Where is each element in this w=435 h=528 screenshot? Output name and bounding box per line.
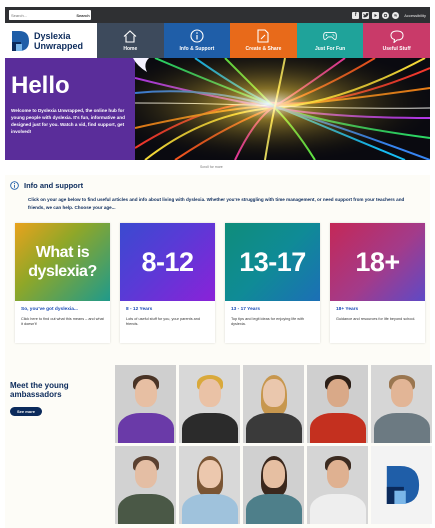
- card-heading: 8-12: [141, 247, 194, 277]
- card-body: 18+ Years Guidance and resources for lif…: [330, 301, 425, 322]
- card-13-17[interactable]: 13-17 13 - 17 Years Top tips and legit i…: [225, 223, 320, 343]
- spotify-icon[interactable]: [392, 11, 400, 19]
- nav-info-support[interactable]: Info & Support: [163, 23, 231, 58]
- page: Search f Accessibility: [0, 0, 435, 528]
- ambassador-photo[interactable]: [243, 446, 304, 524]
- ambassador-photo-grid: [115, 365, 432, 525]
- speech-bubble-icon: [390, 29, 404, 43]
- nav-just-for-fun[interactable]: Just For Fun: [296, 23, 364, 58]
- info-section-intro: Click on your age below to find useful a…: [28, 197, 405, 210]
- page-curl-decoration: [133, 58, 149, 72]
- card-heading: 13-17: [239, 247, 306, 277]
- nav-home[interactable]: Home: [97, 23, 164, 58]
- brand-line-2: Unwrapped: [34, 40, 84, 51]
- nav-home-label: Home: [123, 46, 138, 52]
- hero-description: Welcome to Dyslexia Unwrapped, the onlin…: [11, 108, 125, 134]
- hero-text-panel: Hello Welcome to Dyslexia Unwrapped, the…: [5, 58, 135, 160]
- top-utility-bar: Search f Accessibility: [5, 7, 430, 23]
- dyslexia-unwrapped-logo-icon: [386, 466, 419, 504]
- nav-useful-stuff[interactable]: Useful Stuff: [363, 23, 430, 58]
- nav-create-share[interactable]: Create & Share: [230, 23, 297, 58]
- card-text: Guidance and resources for life beyond s…: [336, 317, 416, 321]
- card-body: 8 - 12 Years Lots of useful stuff for yo…: [120, 301, 215, 328]
- document-edit-icon: [256, 29, 270, 43]
- card-text: Click here to find out what this means –…: [21, 317, 104, 327]
- card-body: 13 - 17 Years Top tips and legit ideas f…: [225, 301, 320, 328]
- gamepad-icon: [323, 29, 337, 43]
- nav-info-support-label: Info & Support: [179, 46, 215, 52]
- site-logo[interactable]: Dyslexia Unwrapped: [5, 23, 97, 58]
- card-heading-line-1: What is: [35, 244, 90, 261]
- info-section-heading: Info and support: [10, 181, 83, 190]
- card-title[interactable]: 13 - 17 Years: [231, 307, 314, 312]
- card-heading-line-2: dyslexia?: [28, 263, 97, 280]
- card-18-plus[interactable]: 18+ 18+ Years Guidance and resources for…: [330, 223, 425, 343]
- facebook-icon[interactable]: f: [352, 11, 360, 19]
- card-title[interactable]: 8 - 12 Years: [126, 307, 209, 312]
- ambassador-photo[interactable]: [307, 446, 368, 524]
- accessibility-link[interactable]: Accessibility: [404, 13, 426, 18]
- ambassador-photo[interactable]: [307, 365, 368, 443]
- nav-useful-stuff-label: Useful Stuff: [382, 46, 411, 52]
- main-header: Dyslexia Unwrapped Home Info & Support C…: [5, 23, 430, 58]
- nav-just-for-fun-label: Just For Fun: [314, 46, 346, 52]
- card-image: What is dyslexia?: [15, 223, 110, 301]
- info-section-title: Info and support: [24, 181, 84, 190]
- hero-title: Hello: [11, 72, 70, 99]
- card-title[interactable]: 18+ Years: [336, 307, 419, 312]
- search-button[interactable]: Search: [75, 10, 91, 20]
- card-text: Top tips and legit ideas for enjoying li…: [231, 317, 305, 327]
- info-icon: [190, 29, 204, 43]
- ambassador-photo[interactable]: [115, 365, 176, 443]
- social-links: f Accessibility: [352, 11, 430, 19]
- ambassador-photo[interactable]: [179, 446, 240, 524]
- dyslexia-unwrapped-logo-icon: [10, 30, 30, 52]
- search-box: Search: [9, 10, 91, 20]
- card-image: 8-12: [120, 223, 215, 301]
- ambassadors-title: Meet the young ambassadors: [10, 381, 69, 399]
- hero-light-art: [135, 58, 430, 160]
- see-more-button[interactable]: See more: [10, 407, 42, 416]
- card-title[interactable]: So, you've got dyslexia...: [21, 307, 104, 312]
- ambassador-photo[interactable]: [243, 365, 304, 443]
- card-text: Lots of useful stuff for you, your paren…: [126, 317, 201, 327]
- hero-banner: Hello Welcome to Dyslexia Unwrapped, the…: [5, 58, 430, 160]
- card-image: 18+: [330, 223, 425, 301]
- home-icon: [123, 29, 137, 43]
- nav-create-share-label: Create & Share: [245, 46, 282, 52]
- instagram-icon[interactable]: [382, 11, 390, 19]
- age-cards: What is dyslexia? So, you've got dyslexi…: [15, 223, 425, 343]
- ambassador-photo[interactable]: [371, 365, 432, 443]
- info-support-section: Info and support Click on your age below…: [5, 175, 430, 355]
- card-8-12[interactable]: 8-12 8 - 12 Years Lots of useful stuff f…: [120, 223, 215, 343]
- scroll-hint: Scroll for more: [200, 165, 223, 169]
- search-input[interactable]: [9, 10, 75, 20]
- brand-logo-tile: [371, 446, 432, 524]
- brand-line-1: Dyslexia: [34, 30, 71, 41]
- card-body: So, you've got dyslexia... Click here to…: [15, 301, 110, 328]
- info-icon: [10, 181, 19, 190]
- youtube-icon[interactable]: [372, 11, 380, 19]
- ambassador-photo[interactable]: [115, 446, 176, 524]
- card-what-is-dyslexia[interactable]: What is dyslexia? So, you've got dyslexi…: [15, 223, 110, 343]
- twitter-icon[interactable]: [362, 11, 370, 19]
- ambassador-photo[interactable]: [179, 365, 240, 443]
- card-heading: 18+: [355, 247, 400, 277]
- card-image: 13-17: [225, 223, 320, 301]
- brand-name: Dyslexia Unwrapped: [34, 31, 83, 51]
- ambassadors-section: Meet the young ambassadors See more: [5, 355, 432, 528]
